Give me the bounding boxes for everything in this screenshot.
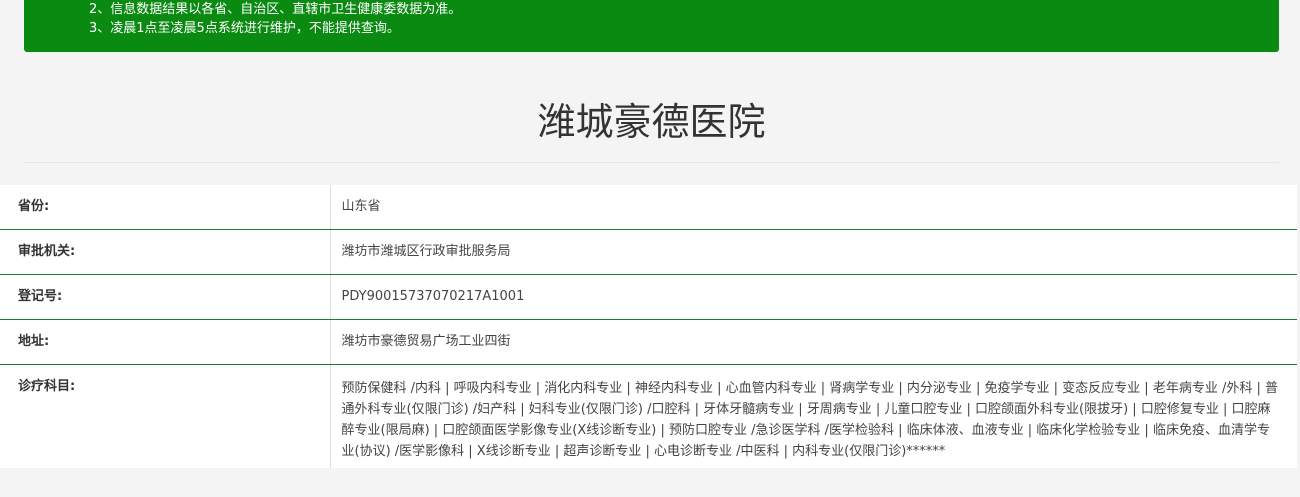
province-value: 山东省 [330, 185, 1297, 230]
notice-banner: 2、信息数据结果以各省、自治区、直辖市卫生健康委数据为准。 3、凌晨1点至凌晨5… [24, 0, 1279, 52]
table-row-approval-authority: 审批机关: 潍坊市潍城区行政审批服务局 [0, 229, 1297, 275]
registration-number-label: 登记号: [0, 274, 331, 320]
address-value: 潍坊市豪德贸易广场工业四街 [330, 319, 1297, 365]
title-section: 潍城豪德医院 [24, 92, 1279, 163]
hospital-info-table: 省份: 山东省 审批机关: 潍坊市潍城区行政审批服务局 登记号: PDY9001… [0, 185, 1297, 468]
table-row-province: 省份: 山东省 [0, 185, 1297, 230]
notice-line-3: 3、凌晨1点至凌晨5点系统进行维护，不能提供查询。 [89, 21, 400, 36]
approval-authority-value: 潍坊市潍城区行政审批服务局 [330, 229, 1297, 275]
notice-line-2: 2、信息数据结果以各省、自治区、直辖市卫生健康委数据为准。 [89, 2, 462, 17]
departments-value: 预防保健科 /内科 | 呼吸内科专业 | 消化内科专业 | 神经内科专业 | 心… [341, 381, 1278, 459]
approval-authority-label: 审批机关: [0, 229, 331, 275]
page-title: 潍城豪德医院 [537, 100, 766, 144]
departments-label: 诊疗科目: [0, 364, 331, 468]
table-row-address: 地址: 潍坊市豪德贸易广场工业四街 [0, 319, 1297, 365]
registration-number-value: PDY90015737070217A1001 [330, 274, 1297, 320]
province-label: 省份: [0, 185, 331, 230]
table-row-departments: 诊疗科目: 预防保健科 /内科 | 呼吸内科专业 | 消化内科专业 | 神经内科… [0, 364, 1297, 468]
table-row-registration-number: 登记号: PDY90015737070217A1001 [0, 274, 1297, 320]
address-label: 地址: [0, 319, 331, 365]
